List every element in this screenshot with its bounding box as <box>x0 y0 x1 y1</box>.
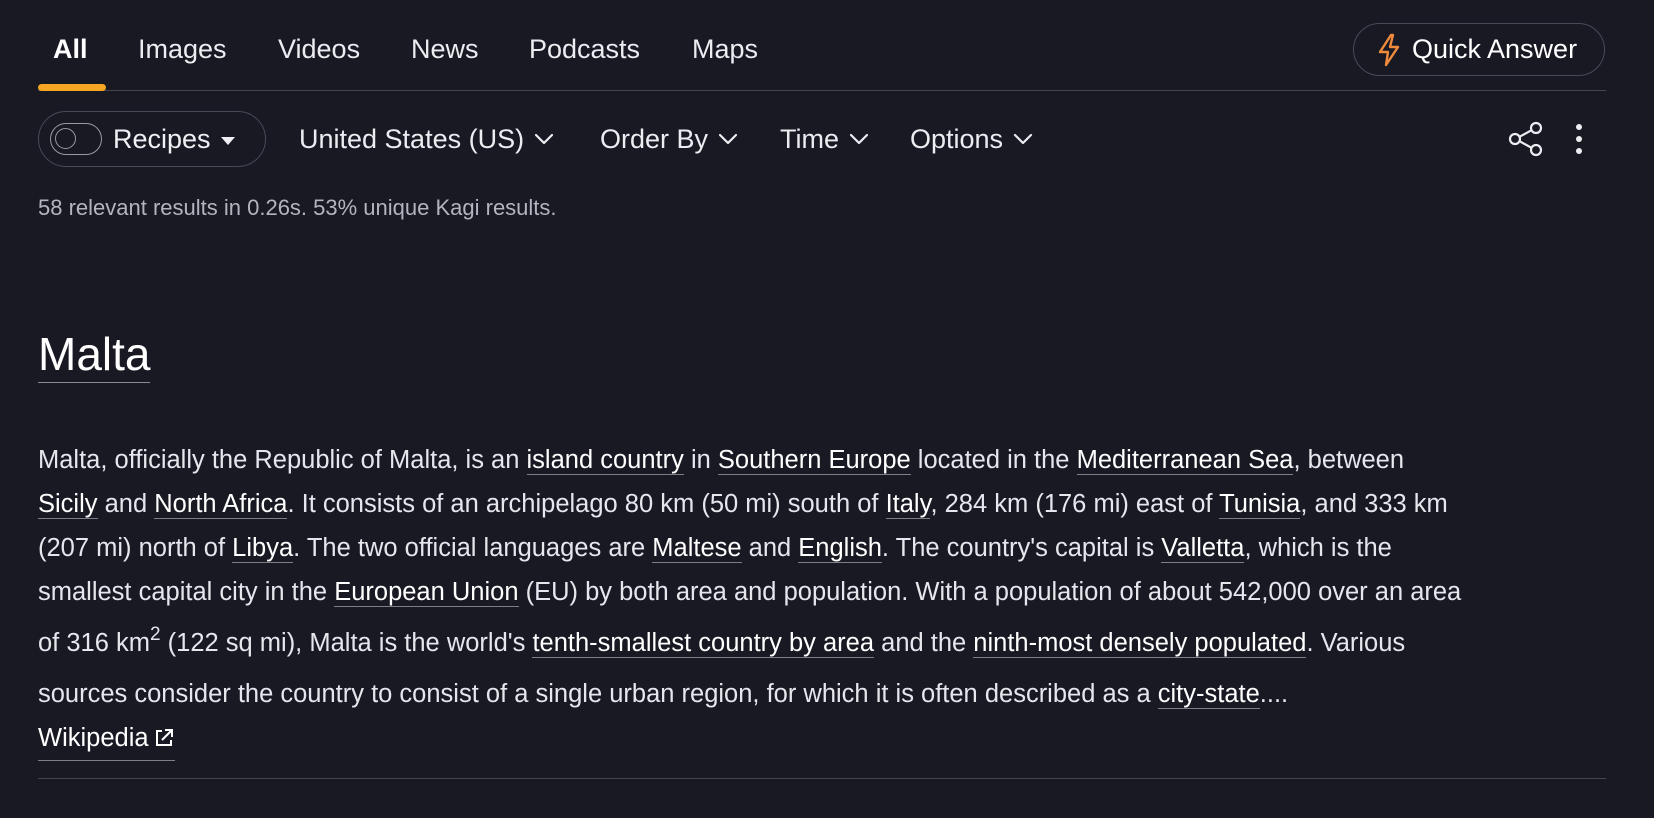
description-line: sources consider the country to consist … <box>38 672 1624 716</box>
quick-answer-button[interactable]: Quick Answer <box>1353 23 1605 76</box>
link-tunisia[interactable]: Tunisia <box>1219 490 1301 519</box>
link-ninth-most-densely-populated[interactable]: ninth-most densely populated <box>973 629 1307 658</box>
link-libya[interactable]: Libya <box>232 534 294 563</box>
order-by-label: Order By <box>600 123 709 154</box>
text-segment: and the <box>874 629 974 657</box>
text-segment: sources consider the country to consist … <box>38 680 1158 708</box>
chevron-down-icon <box>534 133 554 145</box>
tab-all[interactable]: All <box>53 34 88 65</box>
time-dropdown[interactable]: Time <box>780 111 869 167</box>
link-sicily[interactable]: Sicily <box>38 490 98 519</box>
wikipedia-link-label: Wikipedia <box>38 724 149 752</box>
external-link-icon <box>153 727 175 749</box>
link-southern-europe[interactable]: Southern Europe <box>717 446 911 475</box>
knowledge-panel-description: Malta, officially the Republic of Malta,… <box>38 438 1624 761</box>
bolt-icon <box>1376 33 1402 67</box>
tab-images[interactable]: Images <box>138 34 227 65</box>
link-italy[interactable]: Italy <box>885 490 931 519</box>
link-island-country[interactable]: island country <box>526 446 684 475</box>
text-segment: , between <box>1293 446 1405 474</box>
search-type-tabs: All Images Videos News Podcasts Maps Qui… <box>38 0 1606 91</box>
text-segment: Malta, officially the Republic of Malta,… <box>38 446 527 474</box>
caret-down-icon[interactable] <box>220 136 235 145</box>
knowledge-panel-title[interactable]: Malta <box>38 326 151 383</box>
description-line: Wikipedia <box>38 716 1624 761</box>
text-segment: in <box>683 446 718 474</box>
description-line: (207 mi) north of Libya. The two officia… <box>38 526 1624 570</box>
text-segment: (EU) by both area and population. With a… <box>518 578 1462 606</box>
region-dropdown[interactable]: United States (US) <box>299 111 554 167</box>
chevron-down-icon <box>718 133 738 145</box>
text-segment: . The two official languages are <box>293 534 653 562</box>
text-segment: of 316 km <box>38 629 150 657</box>
recipes-label: Recipes <box>113 123 211 154</box>
text-segment: located in the <box>910 446 1077 474</box>
text-segment: , which is the <box>1244 534 1392 562</box>
text-segment: . The country's capital is <box>881 534 1162 562</box>
text-segment: .... <box>1259 680 1289 708</box>
superscript: 2 <box>149 624 161 645</box>
tab-videos[interactable]: Videos <box>278 34 360 65</box>
tab-news[interactable]: News <box>411 34 479 65</box>
description-line: smallest capital city in the European Un… <box>38 570 1624 614</box>
results-stats: 58 relevant results in 0.26s. 53% unique… <box>38 195 557 220</box>
search-filters-bar: Recipes United States (US) Order By Time… <box>38 111 1606 167</box>
link-maltese[interactable]: Maltese <box>652 534 742 563</box>
description-line: Malta, officially the Republic of Malta,… <box>38 438 1624 482</box>
text-segment: and <box>741 534 799 562</box>
text-segment: , and 333 km <box>1300 490 1448 518</box>
text-segment: , 284 km (176 mi) east of <box>930 490 1220 518</box>
link-tenth-smallest-country[interactable]: tenth-smallest country by area <box>532 629 875 658</box>
text-segment: and <box>97 490 155 518</box>
link-english[interactable]: English <box>798 534 882 563</box>
text-segment: (122 sq mi), Malta is the world's <box>160 629 533 657</box>
link-valletta[interactable]: Valletta <box>1161 534 1245 563</box>
region-label: United States (US) <box>299 123 525 154</box>
options-dropdown[interactable]: Options <box>910 111 1033 167</box>
options-label: Options <box>910 123 1004 154</box>
recipes-toggle-switch[interactable] <box>50 123 102 155</box>
order-by-dropdown[interactable]: Order By <box>600 111 738 167</box>
description-line: of 316 km2 (122 sq mi), Malta is the wor… <box>38 614 1624 672</box>
active-tab-indicator <box>38 84 106 91</box>
quick-answer-label: Quick Answer <box>1412 34 1578 64</box>
toggle-knob <box>55 128 76 149</box>
wikipedia-source-link[interactable]: Wikipedia <box>38 716 175 761</box>
link-city-state[interactable]: city-state <box>1157 680 1260 709</box>
tab-podcasts[interactable]: Podcasts <box>529 34 640 65</box>
section-divider <box>38 778 1606 779</box>
more-options-icon[interactable] <box>1571 121 1587 157</box>
share-icon[interactable] <box>1508 121 1544 157</box>
recipes-lens-toggle[interactable]: Recipes <box>38 111 266 167</box>
search-results-page: All Images Videos News Podcasts Maps Qui… <box>0 0 1654 818</box>
text-segment: . Various <box>1306 629 1406 657</box>
text-segment: . It consists of an archipelago 80 km (5… <box>287 490 886 518</box>
description-line: Sicily and North Africa. It consists of … <box>38 482 1624 526</box>
chevron-down-icon <box>1013 133 1033 145</box>
link-mediterranean-sea[interactable]: Mediterranean Sea <box>1076 446 1294 475</box>
time-label: Time <box>780 123 839 154</box>
text-segment: (207 mi) north of <box>38 534 233 562</box>
link-european-union[interactable]: European Union <box>334 578 519 607</box>
tab-maps[interactable]: Maps <box>692 34 758 65</box>
link-north-africa[interactable]: North Africa <box>154 490 288 519</box>
text-segment: smallest capital city in the <box>38 578 335 606</box>
chevron-down-icon <box>849 133 869 145</box>
